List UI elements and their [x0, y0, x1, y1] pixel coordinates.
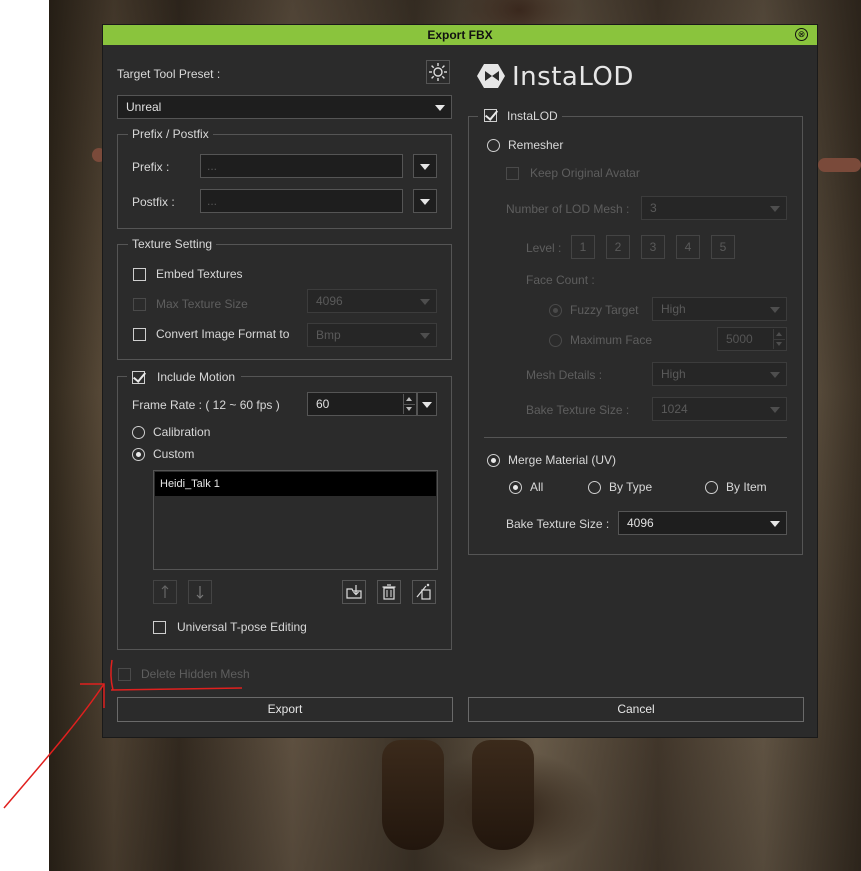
red-annotation: [3, 659, 243, 809]
